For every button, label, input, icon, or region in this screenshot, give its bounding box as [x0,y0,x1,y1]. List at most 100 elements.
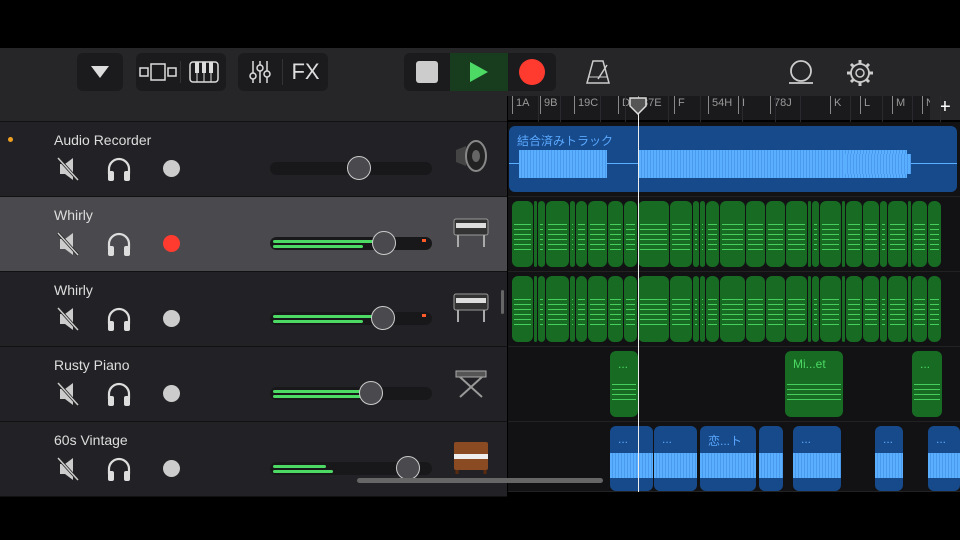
track-header[interactable]: Whirly [0,197,507,272]
headphones-icon[interactable] [106,306,132,332]
tracks-view-button[interactable] [136,62,180,82]
midi-region[interactable] [820,276,841,342]
play-button[interactable] [450,53,508,91]
stop-button[interactable] [404,53,450,91]
track-header[interactable]: Rusty Piano [0,347,507,422]
midi-region[interactable] [512,276,533,342]
horizontal-scrollbar[interactable] [357,478,603,483]
volume-knob[interactable] [372,231,396,255]
midi-region[interactable] [538,201,545,267]
midi-region[interactable] [786,201,807,267]
ruler[interactable]: 1A9B19CD37EF54HI78JKLMN [508,96,960,120]
record-button[interactable] [508,53,556,91]
midi-region[interactable] [846,201,862,267]
audio-region[interactable]: 結合済みトラック [509,126,957,192]
midi-region[interactable] [570,276,575,342]
mute-icon[interactable] [56,156,80,182]
midi-region[interactable] [624,201,637,267]
midi-region[interactable] [534,276,537,342]
midi-region[interactable] [608,276,623,342]
keyboard-stand-icon[interactable] [452,363,492,403]
playhead-handle-icon[interactable] [629,97,647,115]
midi-region[interactable] [746,201,765,267]
midi-region[interactable] [624,276,637,342]
midi-region[interactable] [706,201,719,267]
volume-slider[interactable] [270,306,432,330]
electric-piano-icon[interactable] [452,288,492,328]
track-lane[interactable]: 結合済みトラック [508,122,960,197]
midi-region[interactable] [786,276,807,342]
headphones-icon[interactable] [106,231,132,257]
midi-region[interactable] [638,276,669,342]
mixer-button[interactable] [238,60,282,84]
mute-icon[interactable] [56,381,80,407]
headphones-icon[interactable] [106,156,132,182]
mute-icon[interactable] [56,306,80,332]
midi-region[interactable] [888,276,907,342]
mute-icon[interactable] [56,231,80,257]
settings-icon[interactable] [846,59,874,87]
midi-region[interactable] [720,276,745,342]
volume-slider[interactable] [270,381,432,405]
audio-region[interactable]: ... [610,426,653,491]
loop-icon[interactable] [787,59,815,85]
audio-region[interactable]: ... [793,426,841,491]
midi-region[interactable] [638,201,669,267]
volume-knob[interactable] [396,456,420,480]
keyboard-button[interactable] [180,61,226,83]
speaker-icon[interactable] [452,138,492,178]
record-enable-button[interactable] [163,235,180,252]
midi-region[interactable] [576,201,587,267]
midi-region[interactable] [812,276,819,342]
volume-slider[interactable] [270,231,432,255]
midi-region[interactable] [842,201,845,267]
midi-region[interactable] [546,276,569,342]
midi-region[interactable]: ... [912,351,942,417]
midi-region[interactable] [766,201,785,267]
track-lane[interactable] [508,197,960,272]
midi-region[interactable] [588,201,607,267]
volume-knob[interactable] [370,306,395,330]
midi-region[interactable] [842,276,845,342]
midi-region[interactable] [928,201,941,267]
midi-region[interactable] [908,201,911,267]
add-section-button[interactable]: + [930,96,960,120]
midi-region[interactable] [720,201,745,267]
midi-region[interactable] [880,201,887,267]
track-lane[interactable]: ... Mi...et... [508,347,960,422]
midi-region[interactable] [570,201,575,267]
record-enable-button[interactable] [163,460,180,477]
upright-piano-icon[interactable] [452,438,492,478]
headphones-icon[interactable] [106,381,132,407]
midi-region[interactable] [538,276,545,342]
midi-region[interactable]: Mi...et [785,351,843,417]
audio-region[interactable]: ... [654,426,697,491]
midi-region[interactable] [588,276,607,342]
track-header[interactable]: 60s Vintage [0,422,507,497]
audio-region[interactable]: ... [928,426,960,491]
playhead[interactable] [638,100,639,492]
midi-region[interactable] [700,201,705,267]
midi-region[interactable] [693,276,699,342]
midi-region[interactable] [746,276,765,342]
audio-region[interactable]: ... [875,426,903,491]
midi-region[interactable] [670,201,692,267]
volume-slider[interactable] [270,156,432,180]
vertical-scrollbar[interactable] [501,290,504,314]
metronome-icon[interactable] [585,59,611,85]
audio-region[interactable] [759,426,783,491]
midi-region[interactable] [700,276,705,342]
midi-region[interactable] [808,276,811,342]
midi-region[interactable] [812,201,819,267]
midi-region[interactable] [888,201,907,267]
browser-button[interactable] [77,53,123,91]
midi-region[interactable] [808,201,811,267]
record-enable-button[interactable] [163,385,180,402]
track-header[interactable]: Audio Recorder [0,122,507,197]
midi-region[interactable] [546,201,569,267]
volume-slider[interactable] [270,456,432,480]
audio-region[interactable]: 恋...ト [700,426,756,491]
midi-region[interactable] [820,201,841,267]
midi-region[interactable] [766,276,785,342]
midi-region[interactable] [846,276,862,342]
